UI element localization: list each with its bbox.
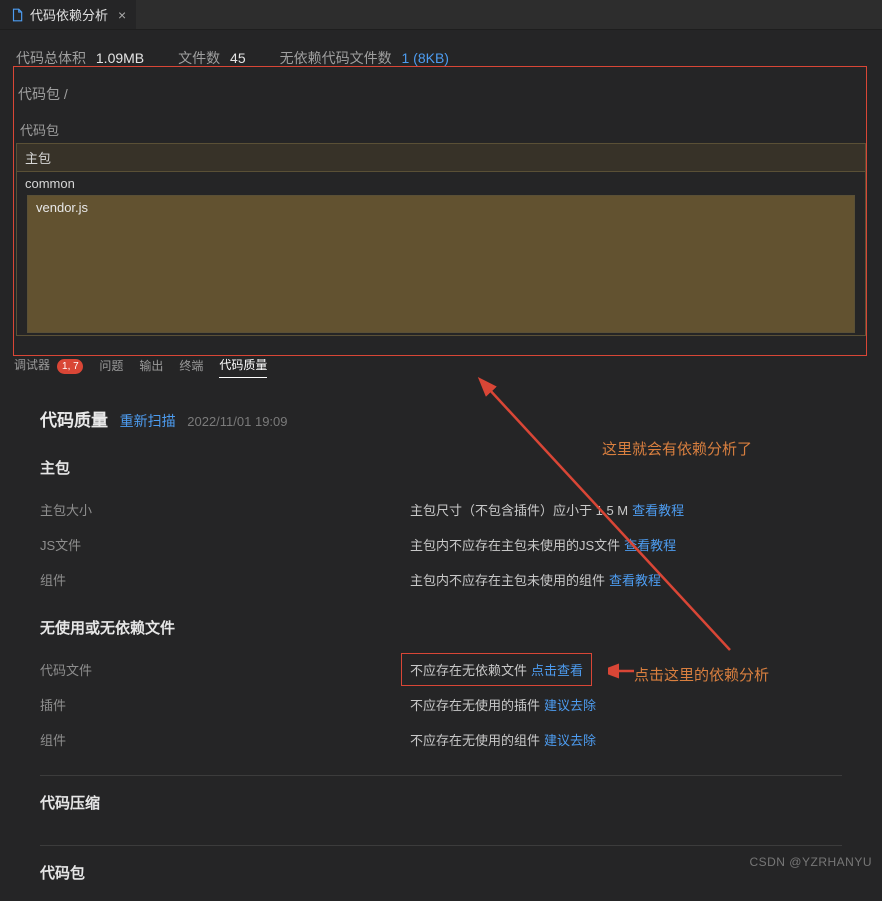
row-components: 组件 主包内不应存在主包未使用的组件查看教程 [40, 562, 842, 597]
section-title: 无使用或无依赖文件 [40, 617, 842, 638]
close-icon[interactable]: × [118, 7, 126, 23]
tab-code-dependency[interactable]: 代码依赖分析 × [0, 0, 136, 29]
row-plugins: 插件 不应存在无使用的插件建议去除 [40, 687, 842, 722]
suggest-remove-link[interactable]: 建议去除 [544, 698, 596, 713]
section-title: 代码包 [40, 862, 842, 883]
section-compress: 代码压缩 [0, 776, 882, 831]
package-vendor[interactable]: vendor.js [27, 195, 855, 333]
section-unused-files: 无使用或无依赖文件 代码文件 不应存在无依赖文件 点击查看 插件 不应存在无使用… [0, 601, 882, 761]
tab-code-quality[interactable]: 代码质量 [219, 352, 267, 378]
row-components-unused: 组件 不应存在无使用的组件建议去除 [40, 722, 842, 757]
tutorial-link[interactable]: 查看教程 [609, 573, 661, 588]
package-panel: 代码包 主包 common vendor.js [16, 118, 866, 336]
stat-total-size: 代码总体积 1.09MB [16, 48, 144, 68]
tab-output[interactable]: 输出 [139, 353, 163, 378]
click-view-link[interactable]: 点击查看 [531, 660, 583, 679]
scan-timestamp: 2022/11/01 19:09 [187, 414, 287, 429]
watermark: CSDN @YZRHANYU [749, 855, 872, 869]
tab-terminal[interactable]: 终端 [179, 353, 203, 378]
row-js-files: JS文件 主包内不应存在主包未使用的JS文件查看教程 [40, 527, 842, 562]
suggest-remove-link[interactable]: 建议去除 [544, 733, 596, 748]
nodep-link[interactable]: 1 (8KB) [402, 50, 449, 66]
tutorial-link[interactable]: 查看教程 [624, 538, 676, 553]
row-code-files: 代码文件 不应存在无依赖文件 点击查看 [40, 652, 842, 687]
tutorial-link[interactable]: 查看教程 [632, 503, 684, 518]
package-label: 代码包 [16, 118, 866, 143]
debugger-badge: 1, 7 [57, 359, 83, 374]
quality-title: 代码质量 [40, 406, 108, 431]
tab-problems[interactable]: 问题 [99, 353, 123, 378]
row-main-size: 主包大小 主包尺寸（不包含插件）应小于 1.5 M查看教程 [40, 492, 842, 527]
tab-title: 代码依赖分析 [30, 5, 108, 24]
annotation-box-click: 不应存在无依赖文件 点击查看 [401, 653, 592, 686]
editor-tab-bar: 代码依赖分析 × [0, 0, 882, 30]
section-main-package: 主包 主包大小 主包尺寸（不包含插件）应小于 1.5 M查看教程 JS文件 主包… [0, 441, 882, 601]
bottom-tab-bar: 调试器 1, 7 问题 输出 终端 代码质量 [0, 346, 882, 378]
rescan-link[interactable]: 重新扫描 [120, 413, 176, 429]
stat-nodep-count: 无依赖代码文件数 1 (8KB) [280, 48, 449, 68]
quality-header: 代码质量 重新扫描 2022/11/01 19:09 [0, 378, 882, 441]
tab-debugger[interactable]: 调试器 1, 7 [14, 352, 83, 378]
package-main[interactable]: 主包 [16, 143, 866, 172]
file-icon [10, 8, 24, 22]
package-common[interactable]: common vendor.js [16, 172, 866, 336]
stats-bar: 代码总体积 1.09MB 文件数 45 无依赖代码文件数 1 (8KB) [0, 30, 882, 76]
stat-file-count: 文件数 45 [178, 48, 245, 68]
breadcrumb[interactable]: 代码包 / [0, 76, 882, 118]
section-title: 主包 [40, 457, 842, 478]
section-title: 代码压缩 [40, 792, 842, 813]
